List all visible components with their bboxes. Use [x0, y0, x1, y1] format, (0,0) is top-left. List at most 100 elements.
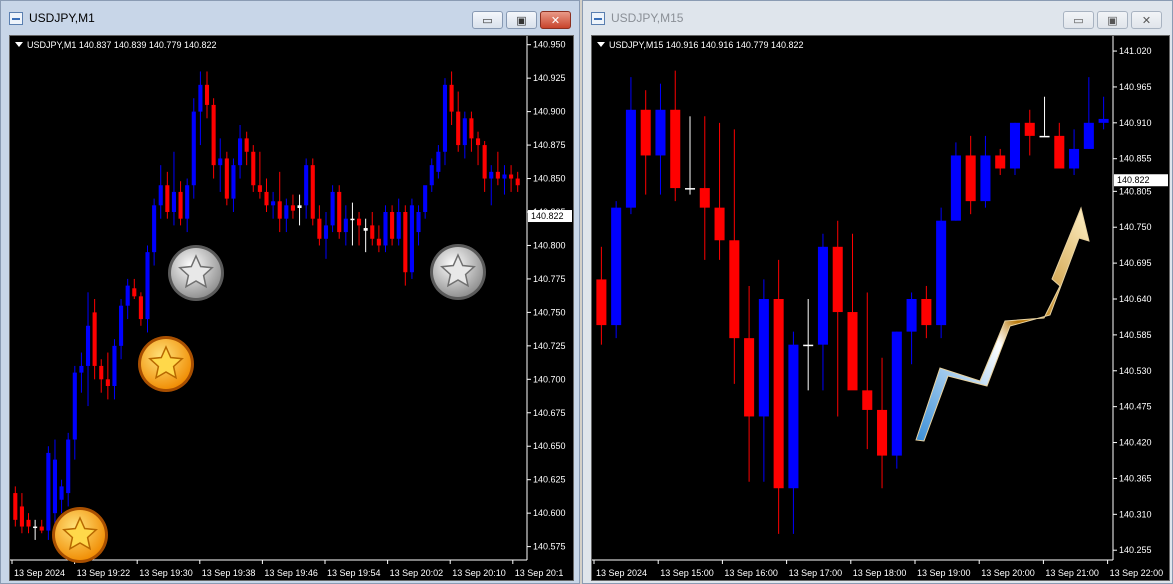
candle[interactable]	[370, 212, 375, 246]
candle[interactable]	[396, 198, 401, 246]
candle[interactable]	[158, 165, 163, 219]
candle[interactable]	[714, 122, 725, 260]
candle[interactable]	[277, 171, 282, 233]
restore-button[interactable]: ▣	[506, 11, 537, 29]
candle[interactable]	[1098, 96, 1109, 130]
candle[interactable]	[596, 246, 607, 345]
candle[interactable]	[85, 292, 91, 407]
candle[interactable]	[891, 331, 902, 469]
candle[interactable]	[921, 285, 932, 339]
candle[interactable]	[640, 90, 651, 195]
candle[interactable]	[515, 171, 520, 192]
candlestick-chart[interactable]: 140.950 140.925 140.900 140.875 140.850 140.8…	[10, 36, 574, 581]
candle[interactable]	[817, 233, 828, 391]
candle[interactable]	[475, 131, 481, 166]
candle[interactable]	[877, 357, 888, 489]
candle[interactable]	[59, 479, 64, 514]
candle[interactable]	[211, 98, 216, 179]
candle[interactable]	[436, 145, 441, 179]
candle[interactable]	[773, 259, 784, 534]
candle[interactable]	[92, 299, 97, 380]
candle[interactable]	[482, 141, 487, 192]
candle[interactable]	[19, 493, 24, 534]
candle[interactable]	[52, 439, 58, 527]
candle[interactable]	[251, 145, 256, 192]
minimize-button[interactable]: ▭	[1063, 11, 1094, 29]
candle[interactable]	[670, 70, 681, 202]
candle[interactable]	[218, 138, 223, 192]
candle[interactable]	[290, 194, 295, 219]
candle[interactable]	[198, 71, 203, 146]
candle[interactable]	[832, 220, 843, 417]
candle[interactable]	[376, 225, 381, 253]
candle[interactable]	[403, 205, 408, 286]
price-chart-m1[interactable]: 140.950 140.925 140.900 140.875 140.850 140.8…	[9, 35, 574, 581]
candle[interactable]	[980, 135, 991, 208]
candle[interactable]	[509, 165, 514, 192]
chart-window-m1[interactable]: USDJPY,M1 ▭ ▣ ✕ 140.950 140.925 140.900 140…	[0, 0, 580, 584]
title-bar[interactable]: USDJPY,M15 ▭ ▣ ✕	[583, 1, 1172, 35]
candle[interactable]	[423, 185, 428, 219]
candle[interactable]	[906, 292, 917, 365]
candle[interactable]	[744, 285, 755, 482]
candle[interactable]	[284, 198, 289, 233]
candle[interactable]	[684, 116, 696, 195]
title-bar[interactable]: USDJPY,M1 ▭ ▣ ✕	[1, 1, 579, 35]
candle[interactable]	[257, 151, 262, 199]
close-button[interactable]: ✕	[1131, 11, 1162, 29]
candle[interactable]	[611, 201, 622, 339]
price-chart-m15[interactable]: 141.020 140.965 140.910 140.855 140.805 140.7…	[591, 35, 1170, 581]
candle[interactable]	[185, 178, 190, 233]
candle[interactable]	[965, 135, 976, 215]
candle[interactable]	[409, 198, 414, 279]
candle[interactable]	[33, 519, 38, 540]
candle[interactable]	[72, 365, 77, 460]
candle[interactable]	[489, 165, 494, 206]
candle[interactable]	[469, 111, 474, 152]
chart-menu-icon[interactable]	[597, 42, 605, 47]
candle[interactable]	[1054, 122, 1065, 169]
candle[interactable]	[1069, 129, 1080, 176]
candle[interactable]	[138, 292, 143, 326]
candle[interactable]	[442, 78, 448, 166]
candle[interactable]	[231, 158, 236, 212]
candle[interactable]	[416, 205, 421, 246]
candle[interactable]	[112, 339, 117, 400]
candle[interactable]	[625, 77, 636, 215]
candle[interactable]	[758, 279, 769, 482]
candle[interactable]	[39, 519, 44, 534]
candle[interactable]	[99, 359, 104, 393]
candlestick-chart[interactable]: 141.020 140.965 140.910 140.855 140.805 140.7…	[592, 36, 1170, 581]
candle[interactable]	[152, 198, 157, 266]
candle[interactable]	[264, 178, 269, 212]
chart-menu-icon[interactable]	[15, 42, 23, 47]
candle[interactable]	[26, 513, 31, 534]
candle[interactable]	[178, 181, 183, 226]
candle[interactable]	[936, 207, 947, 339]
candle[interactable]	[356, 212, 362, 246]
candle[interactable]	[304, 158, 309, 219]
candle[interactable]	[363, 218, 368, 253]
candle[interactable]	[244, 131, 249, 166]
candle[interactable]	[224, 151, 229, 206]
candle[interactable]	[145, 245, 150, 333]
candle[interactable]	[655, 83, 666, 195]
candle[interactable]	[271, 191, 276, 219]
candle[interactable]	[171, 151, 177, 226]
candle[interactable]	[297, 194, 302, 226]
candle[interactable]	[699, 116, 710, 260]
candle[interactable]	[337, 185, 342, 239]
candle[interactable]	[995, 148, 1006, 176]
candle[interactable]	[495, 151, 500, 186]
minimize-button[interactable]: ▭	[472, 11, 503, 29]
candle[interactable]	[350, 202, 355, 246]
candle[interactable]	[1083, 77, 1094, 149]
restore-button[interactable]: ▣	[1097, 11, 1128, 29]
candle[interactable]	[456, 91, 461, 152]
candle[interactable]	[191, 98, 196, 199]
candle[interactable]	[46, 446, 51, 540]
candle[interactable]	[449, 71, 454, 125]
candle[interactable]	[343, 205, 348, 246]
candle[interactable]	[330, 185, 335, 233]
candle[interactable]	[13, 486, 18, 527]
